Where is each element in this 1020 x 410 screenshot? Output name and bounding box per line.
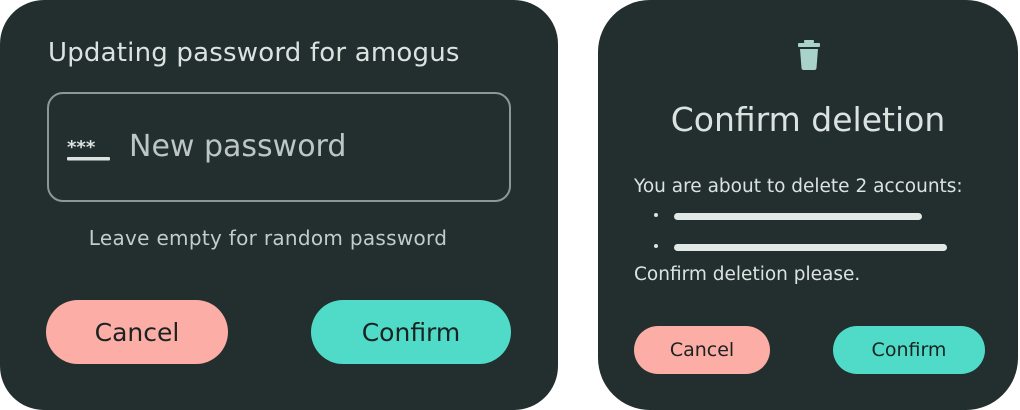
cancel-button[interactable]: Cancel xyxy=(46,300,228,364)
bullet-icon xyxy=(654,244,658,248)
confirm-button[interactable]: Confirm xyxy=(311,300,511,364)
dialog-title: Updating password for amogus xyxy=(48,38,460,68)
cancel-button[interactable]: Cancel xyxy=(634,326,770,374)
account-name-redacted xyxy=(674,244,947,251)
confirm-button[interactable]: Confirm xyxy=(833,326,985,374)
new-password-input[interactable] xyxy=(129,124,489,168)
dialog-title: Confirm deletion xyxy=(670,100,946,139)
password-hint: Leave empty for random password xyxy=(88,226,448,250)
bullet-icon xyxy=(654,213,658,217)
dialog-footer-message: Confirm deletion please. xyxy=(634,264,861,285)
update-password-dialog: Updating password for amogus *** Leave e… xyxy=(0,0,558,410)
account-name-redacted xyxy=(674,213,922,220)
dialog-message: You are about to delete 2 accounts: xyxy=(634,176,963,197)
new-password-field[interactable]: *** xyxy=(47,92,511,202)
svg-text:***: *** xyxy=(67,137,96,158)
password-icon: *** xyxy=(67,137,110,161)
confirm-deletion-dialog: Confirm deletion You are about to delete… xyxy=(598,0,1018,410)
trash-icon xyxy=(798,40,820,70)
